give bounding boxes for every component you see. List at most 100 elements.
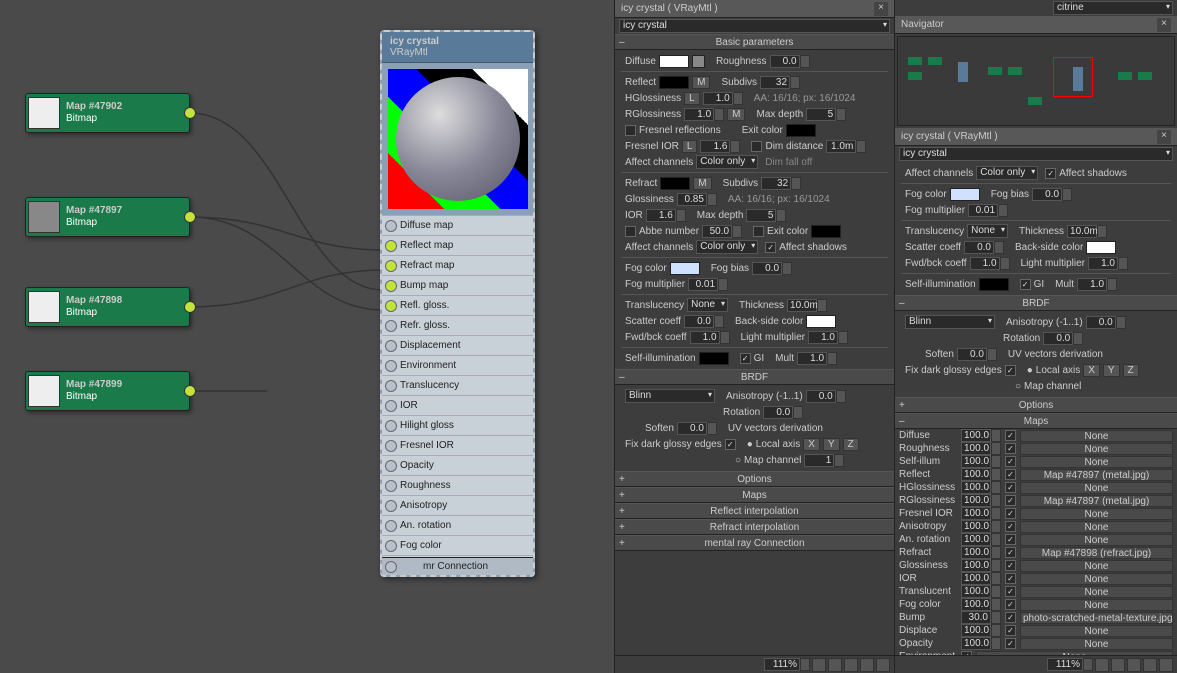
input-slot[interactable]: Refl. gloss. <box>382 295 533 315</box>
map-enable-checkbox[interactable] <box>1005 443 1016 454</box>
material-node[interactable]: icy crystal VRayMtl Diffuse mapReflect m… <box>380 30 535 577</box>
selfillum-swatch[interactable] <box>699 352 729 365</box>
brdf2-type-dropdown[interactable]: Blinn <box>905 315 995 329</box>
mr-connection-slot[interactable]: mr Connection <box>382 557 533 575</box>
rollout-header[interactable]: Options <box>615 471 894 487</box>
map-amount-spinner[interactable]: 100.0 <box>961 468 1001 481</box>
tool-icon[interactable] <box>844 658 858 672</box>
pan-icon[interactable] <box>1095 658 1109 672</box>
tool2-icon[interactable] <box>860 658 874 672</box>
map-slot-button[interactable]: Map #47897 (metal.jpg) <box>1020 495 1173 507</box>
refract-map-button[interactable]: M <box>693 177 711 190</box>
refract-swatch[interactable] <box>660 177 690 190</box>
rotation-spinner[interactable]: 0.0 <box>763 406 803 419</box>
soften2-spinner[interactable]: 0.0 <box>957 348 997 361</box>
map-enable-checkbox[interactable] <box>1005 534 1016 545</box>
scatter-spinner[interactable]: 0.0 <box>684 315 724 328</box>
rsubdivs-spinner[interactable]: 32 <box>761 177 801 190</box>
map-slot-button[interactable]: None <box>1020 625 1173 637</box>
input-slot[interactable]: Environment <box>382 355 533 375</box>
material-selector-dropdown[interactable]: citrine <box>1053 1 1173 15</box>
map-slot-button[interactable]: None <box>1020 508 1173 520</box>
input-slot[interactable]: An. rotation <box>382 515 533 535</box>
map-slot-button[interactable]: None <box>1020 586 1173 598</box>
map-slot-button[interactable]: None <box>1020 443 1173 455</box>
abbe-spinner[interactable]: 50.0 <box>702 225 742 238</box>
input-slot[interactable]: Displacement <box>382 335 533 355</box>
map-amount-spinner[interactable]: 100.0 <box>961 520 1001 533</box>
axis-z-button[interactable]: Z <box>843 438 859 451</box>
axis-x-button[interactable]: X <box>803 438 820 451</box>
input-slot[interactable]: Fresnel IOR <box>382 435 533 455</box>
map-slot-button[interactable]: Map #47897 (metal.jpg) <box>1020 469 1173 481</box>
brdf2-header[interactable]: BRDF <box>895 295 1177 311</box>
map-amount-spinner[interactable]: 100.0 <box>961 637 1001 650</box>
fresnelior-spinner[interactable]: 1.6 <box>700 140 740 153</box>
bitmap-node[interactable]: Map #47902Bitmap <box>25 93 190 133</box>
backside2-swatch[interactable] <box>1086 241 1116 254</box>
rgloss-spinner[interactable]: 1.0 <box>684 108 724 121</box>
thick-spinner[interactable]: 10.0m <box>787 299 827 312</box>
pan-icon[interactable] <box>812 658 826 672</box>
gi2-checkbox[interactable] <box>1020 279 1031 290</box>
map-slot-button[interactable]: None <box>1020 521 1173 533</box>
close-icon[interactable]: × <box>874 2 888 16</box>
input-slot[interactable]: Anisotropy <box>382 495 533 515</box>
map-amount-spinner[interactable]: 100.0 <box>961 624 1001 637</box>
map-amount-spinner[interactable]: 100.0 <box>961 598 1001 611</box>
output-port[interactable] <box>184 107 196 119</box>
input-slot[interactable]: Refr. gloss. <box>382 315 533 335</box>
fogmult-spinner[interactable]: 0.01 <box>688 278 728 291</box>
map-slot-button[interactable]: Map #47898 (refract.jpg) <box>1020 547 1173 559</box>
diffuse-swatch[interactable] <box>659 55 689 68</box>
map-enable-checkbox[interactable] <box>1005 586 1016 597</box>
material-name-field[interactable]: icy crystal <box>899 147 1173 161</box>
hgloss-lock[interactable]: L <box>684 92 700 105</box>
tool3-icon[interactable] <box>1159 658 1173 672</box>
hand-icon[interactable] <box>828 658 842 672</box>
axis2-y-button[interactable]: Y <box>1103 364 1120 377</box>
maxdepth-spinner[interactable]: 5 <box>806 108 846 121</box>
reflect-swatch[interactable] <box>659 76 689 89</box>
rollout-header[interactable]: Maps <box>615 487 894 503</box>
rgloss-map-button[interactable]: M <box>727 108 745 121</box>
subdivs-spinner[interactable]: 32 <box>760 76 800 89</box>
input-slot[interactable]: Bump map <box>382 275 533 295</box>
abbe-checkbox[interactable] <box>625 226 636 237</box>
aniso2-spinner[interactable]: 0.0 <box>1086 316 1126 329</box>
output-port[interactable] <box>184 385 196 397</box>
map-amount-spinner[interactable]: 100.0 <box>961 481 1001 494</box>
input-slot[interactable]: IOR <box>382 395 533 415</box>
zoom-spinner[interactable]: 111% <box>764 658 810 671</box>
mapch-spinner[interactable]: 1 <box>804 454 844 467</box>
map-slot-button[interactable]: None <box>1020 573 1173 585</box>
map-enable-checkbox[interactable] <box>1005 469 1016 480</box>
map-enable-checkbox[interactable] <box>1005 625 1016 636</box>
navigator-view[interactable] <box>897 36 1175 126</box>
rmaxdepth-spinner[interactable]: 5 <box>746 209 786 222</box>
tool3-icon[interactable] <box>876 658 890 672</box>
fogmult2-spinner[interactable]: 0.01 <box>968 204 1008 217</box>
map-slot-button[interactable]: None <box>1020 534 1173 546</box>
diffuse-map-slot[interactable] <box>692 55 705 68</box>
map-slot-button[interactable]: None <box>1020 638 1173 650</box>
fogcolor2-swatch[interactable] <box>950 188 980 201</box>
brdf-header[interactable]: BRDF <box>615 369 894 385</box>
input-slot[interactable]: Roughness <box>382 475 533 495</box>
input-slot[interactable]: Translucency <box>382 375 533 395</box>
dimdist-spinner[interactable]: 1.0m <box>826 140 866 153</box>
brdf-type-dropdown[interactable]: Blinn <box>625 389 715 403</box>
map-enable-checkbox[interactable] <box>1005 638 1016 649</box>
lightmult-spinner[interactable]: 1.0 <box>808 331 848 344</box>
map-amount-spinner[interactable]: 100.0 <box>961 455 1001 468</box>
map-slot-button[interactable]: None <box>1020 599 1173 611</box>
map-enable-checkbox[interactable] <box>1005 482 1016 493</box>
mult2-spinner[interactable]: 1.0 <box>1077 278 1117 291</box>
panel-title-bar[interactable]: icy crystal ( VRayMtl ) × <box>615 0 894 18</box>
map-enable-checkbox[interactable] <box>1005 508 1016 519</box>
affshad2-checkbox[interactable] <box>1045 168 1056 179</box>
map-amount-spinner[interactable]: 100.0 <box>961 572 1001 585</box>
output-port[interactable] <box>184 301 196 313</box>
gi-checkbox[interactable] <box>740 353 751 364</box>
input-slot[interactable]: Hilight gloss <box>382 415 533 435</box>
